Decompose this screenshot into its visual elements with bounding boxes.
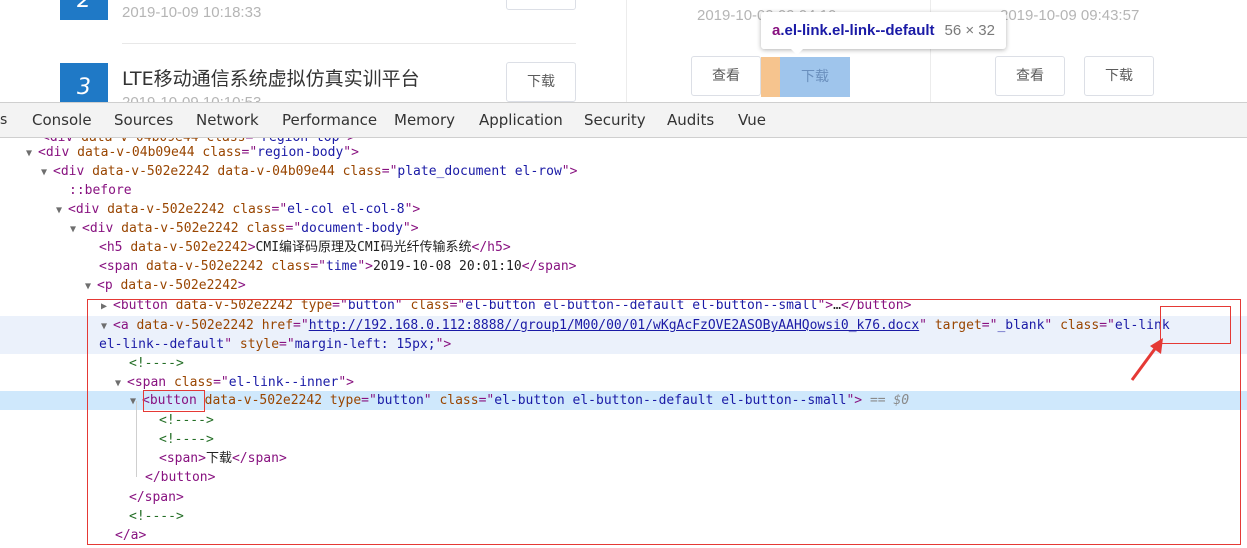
tree-node-comment[interactable]: <!----> — [0, 430, 1247, 449]
tree-node-link[interactable]: ▼ <a data-v-502e2242 href="http://192.168… — [0, 316, 1247, 335]
tree-node[interactable]: <h5 data-v-502e2242>CMI编译码原理及CMI码光纤传输系统<… — [0, 238, 1247, 257]
tree-node-comment[interactable]: <!----> — [0, 507, 1247, 526]
tab-console[interactable]: Console — [32, 103, 92, 137]
tree-node[interactable]: <span>下载</span> — [0, 449, 1247, 468]
annotation-arrow-icon — [1130, 338, 1163, 381]
expand-triangle-icon[interactable]: ▼ — [101, 317, 113, 336]
tooltip-size: 56 × 32 — [944, 22, 995, 39]
tab-audits[interactable]: Audits — [667, 103, 714, 137]
tree-node-close[interactable]: </button> — [0, 468, 1247, 487]
expand-triangle-icon[interactable]: ▼ — [85, 277, 97, 296]
tab-vue[interactable]: Vue — [738, 103, 766, 137]
tree-node[interactable]: ▼ <div data-v-502e2242 data-v-04b09e44 cl… — [0, 162, 1247, 181]
tree-node-close[interactable]: </span> — [0, 488, 1247, 507]
tree-node[interactable]: ▼ <p data-v-502e2242> — [0, 276, 1247, 295]
expand-triangle-icon[interactable]: ▼ — [56, 201, 68, 220]
tree-node-close[interactable]: </a> — [0, 526, 1247, 545]
tab-memory[interactable]: Memory — [394, 103, 455, 137]
tree-node[interactable]: ::before — [0, 181, 1247, 200]
tree-node[interactable]: ▼ <span class="el-link--inner"> — [0, 373, 1247, 392]
expand-triangle-icon[interactable]: ▼ — [41, 163, 53, 182]
element-inspect-tooltip: a.el-link.el-link--default 56 × 32 — [761, 12, 1006, 49]
download-button[interactable]: 下载 — [506, 62, 576, 102]
view-button[interactable]: 查看 — [995, 56, 1065, 96]
tree-node[interactable]: ▼ <div data-v-502e2242 class="el-col el-c… — [0, 200, 1247, 219]
tab-application[interactable]: Application — [479, 103, 563, 137]
view-button[interactable]: 查看 — [691, 56, 761, 96]
devtools-tab-bar: s Console Sources Network Performance Me… — [0, 102, 1247, 138]
tree-node[interactable]: <span data-v-502e2242 class="time">2019-… — [0, 257, 1247, 276]
download-link-highlight[interactable]: 下载 — [780, 57, 850, 97]
expand-triangle-icon[interactable]: ▼ — [26, 144, 38, 163]
download-button[interactable]: 下载 — [1084, 56, 1154, 96]
margin-highlight — [761, 57, 780, 97]
expand-triangle-right-icon[interactable]: ▶ — [101, 297, 113, 316]
tree-node[interactable]: ▼ <div data-v-502e2242 class="document-bo… — [0, 219, 1247, 238]
tab-security[interactable]: Security — [584, 103, 646, 137]
list-item-time: 2019-10-09 10:10:53 — [122, 94, 261, 102]
page-preview: 2 2019-10-09 10:18:33 下载 3 LTE移动通信系统虚拟仿真… — [0, 0, 1247, 102]
tree-node-comment[interactable]: <!----> — [0, 411, 1247, 430]
list-number-badge: 2 — [60, 0, 108, 20]
list-item-title[interactable]: LTE移动通信系统虚拟仿真实训平台 — [122, 64, 420, 91]
list-number-badge: 3 — [60, 63, 108, 102]
tab-network[interactable]: Network — [196, 103, 259, 137]
column-divider — [626, 0, 627, 102]
elements-tree: <div data-v-04b09e44 class="region-top">… — [0, 138, 1247, 548]
download-button[interactable]: 下载 — [506, 0, 576, 10]
tree-node-link-continued[interactable]: el-link--default" style="margin-left: 15… — [0, 335, 1247, 354]
tooltip-arrow — [790, 48, 804, 55]
list-item-time: 2019-10-09 10:18:33 — [122, 4, 262, 21]
tree-node-comment[interactable]: <!----> — [0, 354, 1247, 373]
tooltip-classes: .el-link.el-link--default — [780, 22, 935, 39]
tree-node[interactable]: ▶ <button data-v-502e2242 type="button" c… — [0, 296, 1247, 315]
tab-sources[interactable]: Sources — [114, 103, 173, 137]
expand-triangle-icon[interactable]: ▼ — [70, 220, 82, 239]
tree-node[interactable]: ▼ <div data-v-04b09e44 class="region-body… — [0, 143, 1247, 162]
document-time: 2019-10-09 09:43:57 — [1000, 7, 1140, 24]
href-link[interactable]: http://192.168.0.112:8888//group1/M00/00… — [309, 318, 919, 333]
tree-node-selected[interactable]: ▼ <button data-v-502e2242 type="button" c… — [0, 391, 1247, 410]
tab-elements-partial[interactable]: s — [0, 112, 7, 128]
tab-performance[interactable]: Performance — [282, 103, 377, 137]
list-divider — [122, 43, 576, 44]
